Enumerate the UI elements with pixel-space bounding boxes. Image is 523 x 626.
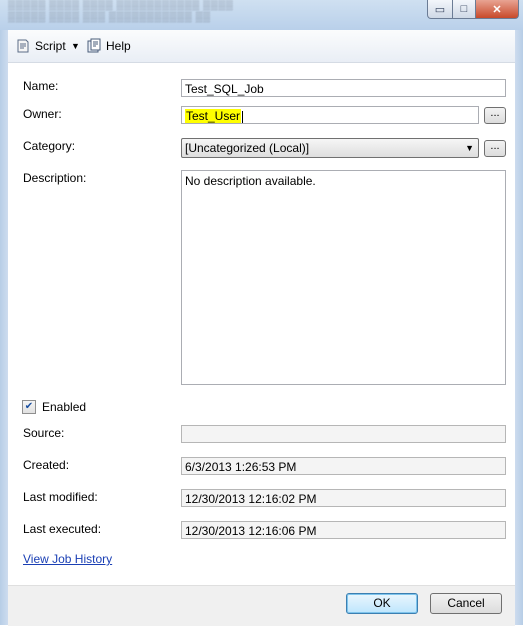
help-icon [87,38,101,53]
last-executed-field: 12/30/2013 12:16:06 PM [181,521,506,539]
created-label: Created: [23,458,70,472]
minimize-icon: ▭ [434,3,446,16]
last-modified-field: 12/30/2013 12:16:02 PM [181,489,506,507]
script-label: Script [35,39,66,53]
help-label: Help [106,39,131,53]
help-button[interactable]: Help [86,38,131,54]
owner-value: Test_User [185,109,242,123]
category-label: Category: [23,139,76,153]
last-modified-label: Last modified: [23,490,98,504]
window-border-right [515,30,523,625]
last-executed-label: Last executed: [23,522,102,536]
window-title-bar: ▒▒▒▒▒ ▒▒▒▒ ▒▒▒▒ ▒▒▒▒▒▒▒▒▒▒▒ ▒▒▒▒ ▒▒▒▒▒ ▒… [0,0,523,30]
text-caret [242,110,244,123]
close-icon: ✕ [492,3,502,16]
toolbar: Script ▼ Help [8,30,515,63]
script-dropdown-arrow[interactable]: ▼ [71,41,80,51]
created-field: 6/3/2013 1:26:53 PM [181,457,506,475]
enabled-checkbox[interactable]: ✔ Enabled [22,400,86,414]
category-browse-button[interactable]: ... [484,140,506,157]
description-textarea[interactable]: No description available. [181,170,506,385]
checkmark-icon: ✔ [22,400,36,414]
job-properties-panel: Script ▼ Help Name: Test_SQL_Job Owner: … [8,30,515,626]
view-job-history-link[interactable]: View Job History [23,552,112,566]
close-button[interactable]: ✕ [476,0,519,19]
name-label: Name: [23,79,59,93]
cancel-button[interactable]: Cancel [430,593,502,614]
background-window-text: ▒▒▒▒▒ ▒▒▒▒ ▒▒▒▒ ▒▒▒▒▒▒▒▒▒▒▒ ▒▒▒▒ ▒▒▒▒▒ ▒… [8,0,234,23]
owner-field[interactable]: Test_User [181,106,479,124]
source-field [181,425,506,443]
ok-button[interactable]: OK [346,593,418,614]
name-field[interactable]: Test_SQL_Job [181,79,506,97]
enabled-label: Enabled [42,400,87,414]
window-border-left [0,30,8,625]
category-value: [Uncategorized (Local)] [185,141,310,155]
source-label: Source: [23,426,65,440]
chevron-down-icon: ▼ [71,41,80,51]
description-label: Description: [23,171,87,185]
script-icon [17,39,29,53]
script-button[interactable]: Script [15,38,66,54]
maximize-icon: □ [460,3,468,15]
category-select[interactable]: [Uncategorized (Local)] ▼ [181,138,479,158]
owner-label: Owner: [23,107,62,121]
maximize-button[interactable]: □ [453,0,476,19]
minimize-button[interactable]: ▭ [427,0,453,19]
owner-browse-button[interactable]: ... [484,107,506,124]
chevron-down-icon: ▼ [465,143,474,153]
